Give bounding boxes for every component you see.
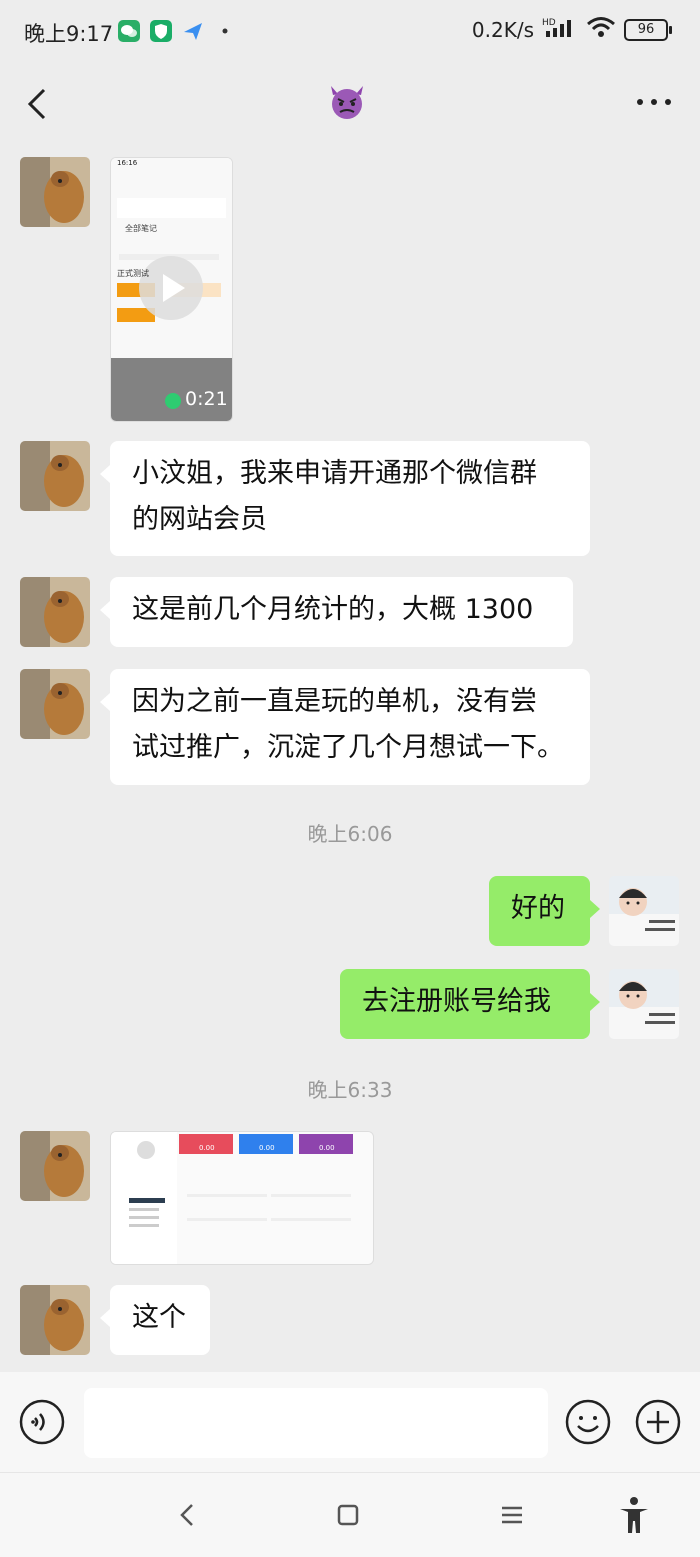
nav-back-icon[interactable] [166, 1493, 210, 1537]
contact-avatar[interactable] [20, 669, 90, 739]
video-message[interactable]: 16:16 全部笔记 正式测试 0:21 [110, 157, 233, 422]
contact-avatar[interactable] [20, 1131, 90, 1201]
self-avatar[interactable] [609, 876, 679, 946]
message-text-line: 这个 [132, 1302, 186, 1333]
contact-avatar[interactable] [20, 1285, 90, 1355]
message-text-line: 试过推广，沉淀了几个月想试一下。 [132, 732, 564, 763]
message-text-line: 因为之前一直是玩的单机，没有尝 [132, 686, 537, 717]
accessibility-icon[interactable] [612, 1493, 656, 1537]
message-input[interactable] [84, 1388, 548, 1458]
timestamp: 晚上6:33 [307, 1078, 393, 1102]
message-bubble-sent[interactable]: 好的 [489, 876, 600, 946]
video-preview [111, 158, 232, 421]
message-bubble-sent[interactable]: 去注册账号给我 [340, 969, 600, 1039]
system-nav-bar [0, 1472, 700, 1557]
input-bar [0, 1372, 700, 1472]
back-arrow-icon[interactable] [20, 82, 60, 126]
shield-icon [150, 20, 172, 42]
message-text-line: 好的 [511, 893, 565, 924]
nav-home-icon[interactable] [326, 1493, 370, 1537]
timestamp: 晚上6:06 [307, 822, 393, 846]
wechat-icon [118, 20, 140, 42]
more-dots-icon[interactable] [634, 90, 674, 114]
stat-value: 0.00 [319, 1144, 335, 1152]
emoji-icon[interactable] [564, 1398, 612, 1446]
contact-avatar[interactable] [20, 577, 90, 647]
stat-value: 0.00 [259, 1144, 275, 1152]
wifi-icon [586, 16, 616, 43]
battery-icon: 96 [624, 18, 672, 41]
contact-avatar[interactable] [20, 441, 90, 511]
contact-avatar[interactable] [20, 157, 90, 227]
status-right: 0.2K/s HD 96 [471, 16, 672, 43]
video-thumb-tab: 全部笔记 [125, 224, 157, 233]
message-bubble[interactable]: 这个 [100, 1285, 210, 1355]
chat-header [0, 62, 700, 144]
angry-devil-emoji [327, 82, 367, 122]
video-thumb-heading: 正式测试 [117, 269, 149, 278]
video-duration: 0:21 [185, 388, 228, 410]
status-time: 晚上9:17 [24, 22, 114, 46]
message-bubble[interactable]: 因为之前一直是玩的单机，没有尝 试过推广，沉淀了几个月想试一下。 [100, 669, 590, 785]
image-message[interactable]: 0.00 0.00 0.00 [110, 1131, 374, 1265]
stat-value: 0.00 [199, 1144, 215, 1152]
voice-icon[interactable] [18, 1398, 66, 1446]
dot-icon [216, 20, 238, 42]
self-avatar[interactable] [609, 969, 679, 1039]
message-text-line: 的网站会员 [132, 504, 267, 535]
signal-icon: HD [542, 16, 578, 43]
svg-text:HD: HD [542, 18, 556, 28]
plus-icon[interactable] [634, 1398, 682, 1446]
message-bubble[interactable]: 这是前几个月统计的，大概 1300 [100, 577, 573, 647]
video-thumb-time: 16:16 [117, 159, 138, 167]
nav-menu-icon[interactable] [490, 1493, 534, 1537]
status-bar: 晚上9:17 0.2K/s HD 96 [0, 0, 700, 62]
message-bubble[interactable]: 小汶姐，我来申请开通那个微信群 的网站会员 [100, 441, 590, 556]
message-text-line: 去注册账号给我 [362, 986, 551, 1017]
network-speed: 0.2K/s [471, 17, 534, 42]
message-text-line: 这是前几个月统计的，大概 1300 [132, 594, 534, 625]
message-text-line: 小汶姐，我来申请开通那个微信群 [132, 458, 537, 489]
send-app-icon [182, 20, 204, 42]
